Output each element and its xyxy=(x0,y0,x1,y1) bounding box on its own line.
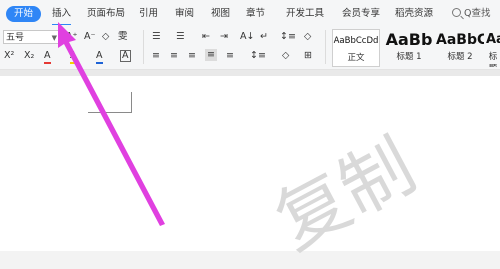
annotation-arrow xyxy=(58,22,165,226)
wps-writer-window: 开始 插入 页面布局 引用 审阅 视图 章节 开发工具 会员专享 稻壳资源 Q查… xyxy=(0,0,500,265)
